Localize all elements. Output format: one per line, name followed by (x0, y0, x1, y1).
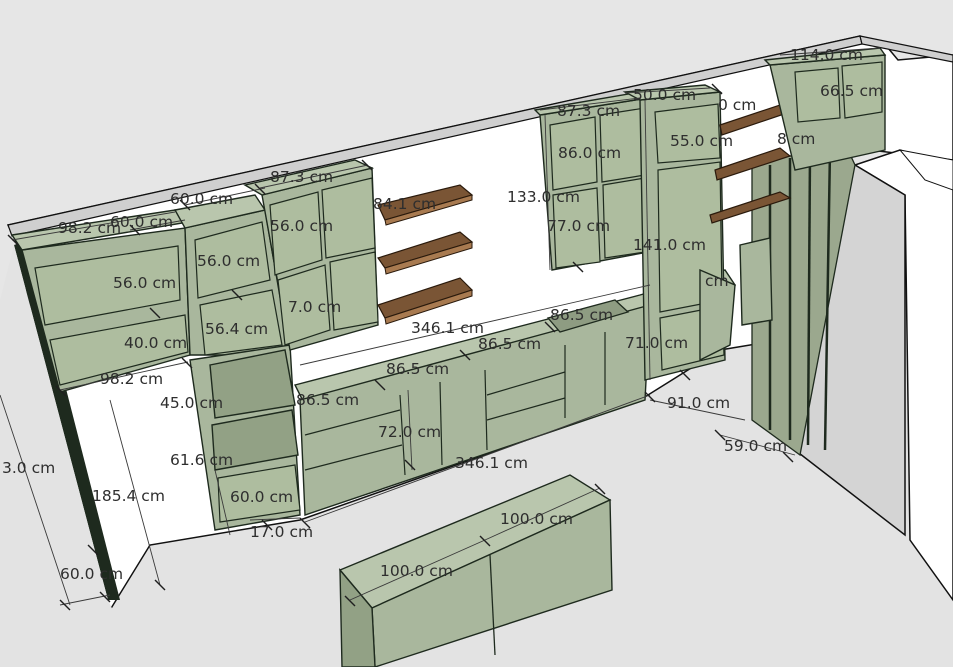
dim-66-5: 66.5 cm (820, 82, 883, 100)
dim-141-0: 141.0 cm (633, 236, 706, 254)
dim-56-0-b: 56.0 cm (197, 252, 260, 270)
dim-185-4: 185.4 cm (92, 487, 165, 505)
dim-60-0-floor: 60.0 cm (60, 565, 123, 583)
dim-346-1-bottom: 346.1 cm (455, 454, 528, 472)
dim-86-5-c: 86.5 cm (478, 335, 541, 353)
dim-133-0: 133.0 cm (507, 188, 580, 206)
kitchen-3d-scene: 98.2 cm 60.0 cm 60.0 cm 87.3 cm 56.0 cm … (0, 35, 953, 667)
dim-87-3-sink: 87.3 cm (557, 102, 620, 120)
dim-17-0: 17.0 cm (250, 523, 313, 541)
dim-346-1-top: 346.1 cm (411, 319, 484, 337)
dim-55-0: 55.0 cm (670, 132, 733, 150)
dim-45-0: 45.0 cm (160, 394, 223, 412)
dim-86-5-d: 86.5 cm (550, 306, 613, 324)
dim-50-0: 50.0 cm (633, 86, 696, 104)
dim-3-0: 3.0 cm (2, 459, 55, 477)
dim-98-2-bottom: 98.2 cm (100, 370, 163, 388)
dim-86-5-b: 86.5 cm (386, 360, 449, 378)
dim-72-0: 72.0 cm (378, 423, 441, 441)
dim-60-0-b: 60.0 cm (170, 190, 233, 208)
dim-0-cm: 0 cm (718, 96, 756, 114)
dim-84-1: 84.1 cm (373, 195, 436, 213)
dim-71-0: 71.0 cm (625, 334, 688, 352)
dim-56-4: 56.4 cm (205, 320, 268, 338)
dim-56-0-c: 56.0 cm (113, 274, 176, 292)
dim-61-6: 61.6 cm (170, 451, 233, 469)
dim-8-cm: 8 cm (777, 130, 815, 148)
dim-7-0: 7.0 cm (288, 298, 341, 316)
dim-86-5-a: 86.5 cm (296, 391, 359, 409)
dim-cm-right: cm (705, 272, 729, 290)
dim-100-0-right: 100.0 cm (500, 510, 573, 528)
dim-114-0: 114.0 cm (790, 46, 863, 64)
dim-91-0: 91.0 cm (667, 394, 730, 412)
dim-56-0-a: 56.0 cm (270, 217, 333, 235)
dim-40-0: 40.0 cm (124, 334, 187, 352)
dim-77-0: 77.0 cm (547, 217, 610, 235)
dim-60-0-a: 60.0 cm (110, 213, 173, 231)
dim-100-0-left: 100.0 cm (380, 562, 453, 580)
dim-87-3-left: 87.3 cm (270, 168, 333, 186)
dim-86-0: 86.0 cm (558, 144, 621, 162)
dim-59-0: 59.0 cm (724, 437, 787, 455)
dim-60-0-oven: 60.0 cm (230, 488, 293, 506)
